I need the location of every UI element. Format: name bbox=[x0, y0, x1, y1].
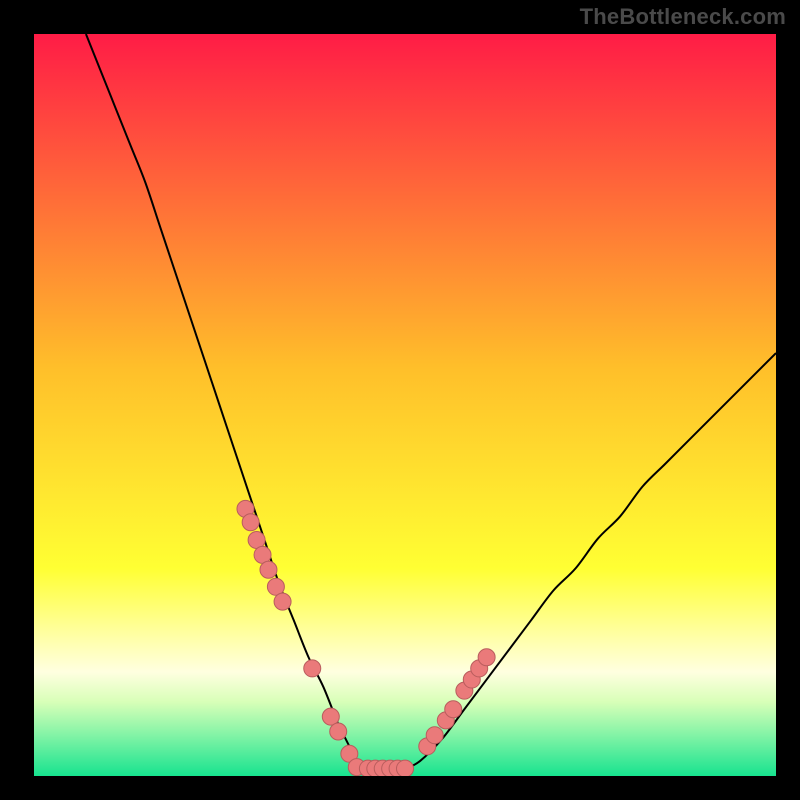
data-marker bbox=[274, 593, 291, 610]
data-marker bbox=[260, 561, 277, 578]
data-marker bbox=[322, 708, 339, 725]
data-marker bbox=[397, 760, 414, 776]
chart-plot-area bbox=[34, 34, 776, 776]
watermark-text: TheBottleneck.com bbox=[580, 4, 786, 30]
data-marker bbox=[445, 701, 462, 718]
data-marker bbox=[304, 660, 321, 677]
data-marker bbox=[330, 723, 347, 740]
data-marker bbox=[242, 514, 259, 531]
data-marker bbox=[426, 727, 443, 744]
chart-frame: TheBottleneck.com bbox=[0, 0, 800, 800]
chart-svg bbox=[34, 34, 776, 776]
chart-background bbox=[34, 34, 776, 776]
data-marker bbox=[478, 649, 495, 666]
